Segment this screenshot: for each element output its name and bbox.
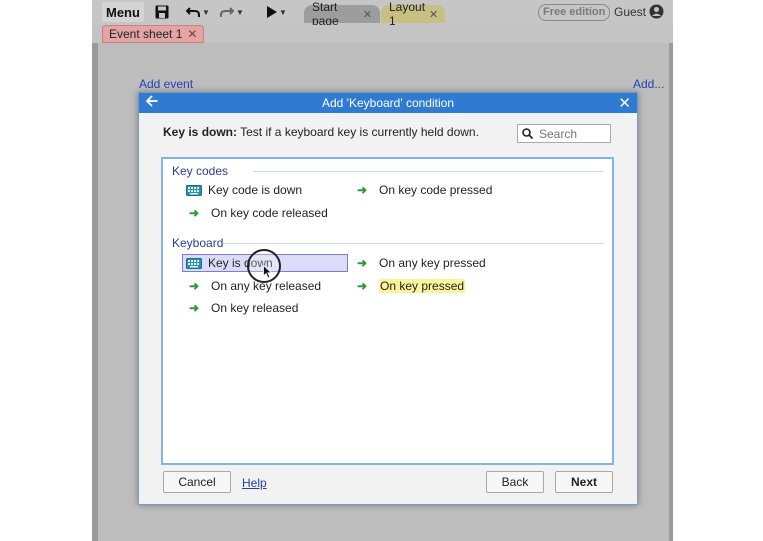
main-toolbar: Menu ▼ ▼ ▼ Start page ✕ Layout 1 ✕ Free …	[92, 0, 673, 28]
dialog-titlebar: Add 'Keyboard' condition ✕	[139, 93, 637, 113]
trigger-arrow-icon: ➜	[189, 206, 200, 220]
window-left-edge	[92, 0, 98, 541]
item-label: On key code released	[211, 206, 328, 220]
chevron-down-icon: ▼	[236, 7, 244, 17]
cancel-button[interactable]: Cancel	[163, 471, 231, 493]
group-title-keyboard: Keyboard	[172, 236, 224, 250]
close-icon[interactable]: ✕	[618, 94, 631, 112]
undo-button[interactable]: ▼	[184, 2, 212, 22]
list-item-highlighted[interactable]: ➜ On key pressed	[357, 277, 466, 295]
list-item[interactable]: ➜ On key code pressed	[357, 181, 492, 199]
trigger-arrow-icon: ➜	[357, 256, 368, 270]
save-icon	[155, 5, 169, 19]
chevron-down-icon: ▼	[202, 7, 210, 17]
keyboard-icon	[186, 257, 204, 269]
tab-event-sheet-1[interactable]: Event sheet 1 ✕	[102, 25, 205, 43]
close-icon[interactable]: ✕	[187, 27, 197, 41]
save-button[interactable]	[152, 2, 172, 22]
group-title-key-codes: Key codes	[172, 164, 229, 178]
item-label: On any key pressed	[379, 256, 486, 270]
search-input[interactable]	[537, 125, 607, 142]
group-divider	[223, 243, 604, 244]
trigger-arrow-icon: ➜	[189, 279, 200, 293]
list-item[interactable]: ➜ On key released	[189, 299, 298, 317]
trigger-arrow-icon: ➜	[189, 301, 200, 315]
next-button[interactable]: Next	[555, 471, 613, 493]
description-title: Key is down:	[163, 125, 238, 139]
trigger-arrow-icon: ➜	[357, 183, 368, 197]
user-name[interactable]: Guest	[614, 5, 646, 19]
window-right-edge	[669, 0, 673, 541]
add-link[interactable]: Add...	[633, 77, 664, 91]
trigger-arrow-icon: ➜	[357, 279, 368, 293]
list-item[interactable]: Key code is down	[186, 181, 302, 199]
free-edition-badge[interactable]: Free edition	[538, 4, 611, 21]
item-label: Key code is down	[208, 183, 303, 197]
tab-label: Layout 1	[389, 0, 426, 28]
play-icon	[267, 6, 278, 18]
back-button[interactable]: Back	[486, 471, 544, 493]
help-link[interactable]: Help	[242, 476, 267, 490]
close-icon[interactable]: ✕	[363, 8, 372, 21]
item-label: On key pressed	[379, 279, 466, 293]
redo-icon	[220, 7, 235, 17]
chevron-down-icon: ▼	[279, 7, 287, 17]
preview-button[interactable]: ▼	[262, 2, 292, 22]
list-item[interactable]: ➜ On key code released	[189, 204, 328, 222]
add-event-link[interactable]: Add event	[139, 77, 193, 91]
keyboard-icon	[186, 184, 204, 196]
add-condition-dialog: Add 'Keyboard' condition ✕ Key is down: …	[138, 92, 638, 505]
mouse-pointer-icon	[263, 264, 273, 282]
tab-label: Event sheet 1	[109, 27, 183, 41]
close-icon[interactable]: ✕	[429, 8, 438, 21]
redo-button[interactable]: ▼	[218, 2, 246, 22]
undo-icon	[186, 7, 201, 17]
condition-list: Key codes Key code is down ➜ On key code…	[161, 157, 614, 465]
back-arrow-icon[interactable]	[145, 95, 158, 110]
dialog-title: Add 'Keyboard' condition	[321, 96, 454, 110]
user-icon[interactable]	[649, 4, 664, 22]
search-icon	[522, 128, 533, 139]
item-label: On key released	[211, 301, 299, 315]
list-item[interactable]: ➜ On any key pressed	[357, 254, 486, 272]
condition-description: Key is down: Test if a keyboard key is c…	[163, 125, 479, 139]
tab-layout-1[interactable]: Layout 1 ✕	[381, 0, 445, 28]
tab-label: Start page	[312, 0, 339, 28]
description-text: Test if a keyboard key is currently held…	[237, 125, 479, 139]
tab-start-page[interactable]: Start page ✕	[304, 0, 380, 28]
menu-button[interactable]: Menu	[102, 2, 144, 22]
group-divider	[253, 171, 604, 172]
item-label: On key code pressed	[379, 183, 493, 197]
search-box[interactable]	[517, 124, 611, 143]
